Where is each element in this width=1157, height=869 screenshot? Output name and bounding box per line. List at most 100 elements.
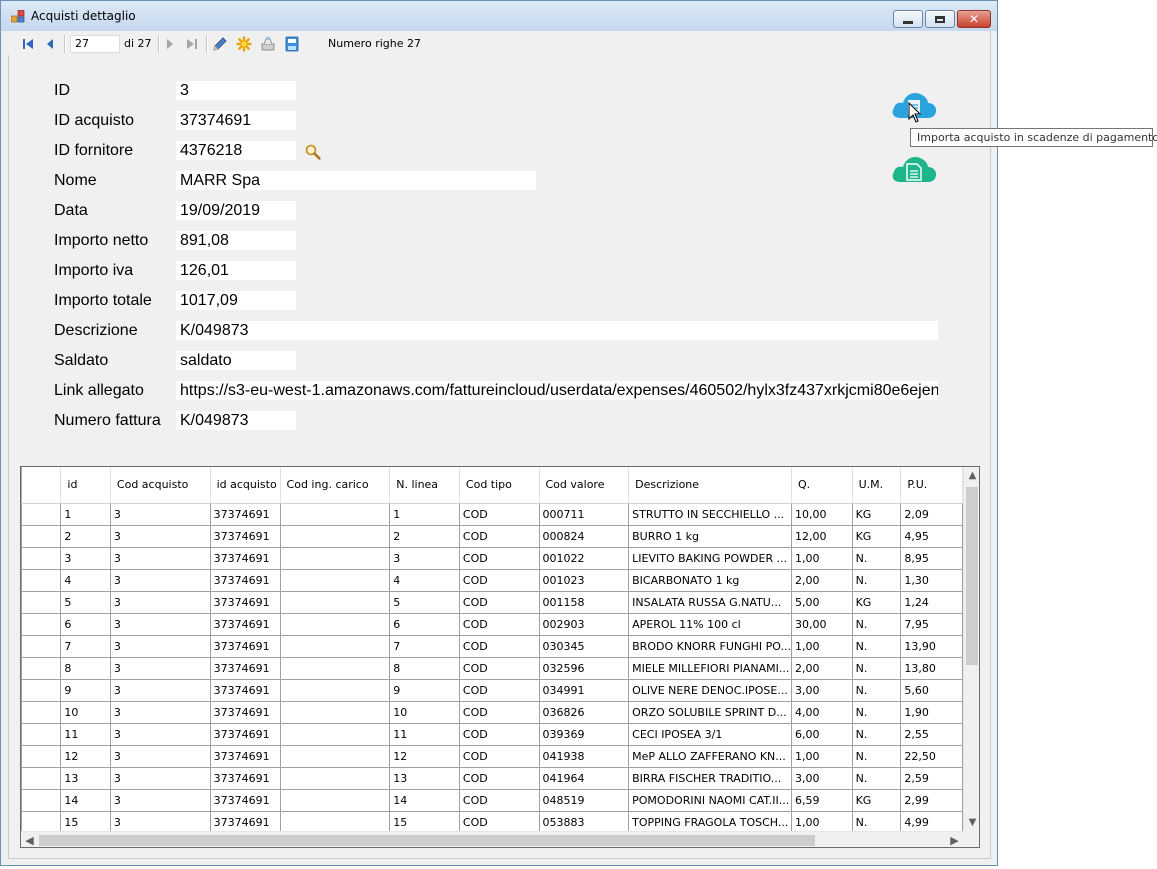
grid-cell[interactable]: 053883 (538, 810, 630, 831)
grid-cell[interactable]: OLIVE NERE DENOC.IPOSE... (628, 678, 792, 702)
edit-button[interactable] (212, 36, 228, 52)
scroll-right-arrow-icon[interactable]: ▶ (946, 832, 963, 847)
minimize-button[interactable] (893, 10, 923, 28)
grid-cell[interactable]: 37374691 (209, 524, 281, 548)
grid-cell[interactable]: N. (851, 546, 902, 570)
grid-cell[interactable]: 3 (109, 590, 211, 614)
grid-cell[interactable]: 37374691 (209, 634, 281, 658)
grid-cell[interactable]: 1,00 (790, 744, 853, 768)
grid-cell[interactable]: ORZO SOLUBILE SPRINT D... (628, 700, 792, 724)
grid-cell[interactable]: COD (458, 700, 540, 724)
vertical-scroll-thumb[interactable] (966, 487, 978, 665)
grid-cell[interactable]: TOPPING FRAGOLA TOSCH... (628, 810, 792, 831)
grid-cell[interactable]: 3 (109, 502, 211, 526)
grid-cell[interactable]: 3 (60, 546, 111, 570)
table-row[interactable]: 6 3 37374691 6 COD 002903 APEROL 11% 100 cl 30,… (21, 612, 963, 636)
grid-cell[interactable]: 15 (60, 810, 111, 831)
grid-cell[interactable]: 1,30 (900, 568, 963, 592)
grid-cell[interactable] (279, 656, 391, 680)
grid-cell[interactable]: 3 (109, 678, 211, 702)
table-row[interactable]: 13 3 37374691 13 COD 041964 BIRRA FISCHER TRAD… (21, 766, 963, 790)
close-button[interactable]: ✕ (957, 10, 991, 28)
vertical-scrollbar[interactable]: ▲ ▼ (963, 467, 979, 831)
grid-cell[interactable]: N. (851, 656, 902, 680)
grid-cell[interactable]: MeP ALLO ZAFFERANO KN... (628, 744, 792, 768)
table-row[interactable]: 9 3 37374691 9 COD 034991 OLIVE NERE DENOC.IPO… (21, 678, 963, 702)
grid-cell[interactable]: 13,90 (900, 634, 963, 658)
grid-cell[interactable]: 5 (389, 590, 460, 614)
grid-cell[interactable]: 8 (60, 656, 111, 680)
grid-cell[interactable]: 3 (109, 634, 211, 658)
grid-cell[interactable]: 3 (109, 700, 211, 724)
grid-cell[interactable]: N. (851, 568, 902, 592)
grid-cell[interactable] (279, 700, 391, 724)
grid-cell[interactable]: 5,00 (790, 590, 853, 614)
grid-cell[interactable]: 37374691 (209, 810, 281, 831)
lookup-supplier-button[interactable] (304, 143, 322, 161)
grid-cell[interactable]: COD (458, 788, 540, 812)
grid-cell[interactable]: STRUTTO IN SECCHIELLO ... (628, 502, 792, 526)
row-header[interactable] (21, 810, 62, 831)
grid-cell[interactable] (279, 722, 391, 746)
title-bar[interactable]: Acquisti dettaglio ✕ (1, 1, 997, 31)
grid-cell[interactable]: 3,00 (790, 766, 853, 790)
grid-cell[interactable]: 2 (389, 524, 460, 548)
grid-cell[interactable]: LIEVITO BAKING POWDER ... (628, 546, 792, 570)
grid-cell[interactable]: COD (458, 546, 540, 570)
grid-cell[interactable]: 12 (389, 744, 460, 768)
grid-cell[interactable]: 1,00 (790, 634, 853, 658)
table-row[interactable]: 2 3 37374691 2 COD 000824 BURRO 1 kg 12,00 KG 4,9… (21, 524, 963, 548)
grid-cell[interactable]: 2,59 (900, 766, 963, 790)
grid-cell[interactable]: 030345 (538, 634, 630, 658)
grid-cell[interactable]: 2 (60, 524, 111, 548)
grid-cell[interactable]: 37374691 (209, 722, 281, 746)
grid-cell[interactable]: 3,00 (790, 678, 853, 702)
field-nome[interactable]: MARR Spa (176, 171, 536, 190)
grid-cell[interactable]: 37374691 (209, 590, 281, 614)
position-input[interactable]: 27 (70, 35, 120, 53)
row-header[interactable] (21, 766, 62, 790)
grid-cell[interactable]: 002903 (538, 612, 630, 636)
grid-cell[interactable]: COD (458, 810, 540, 831)
grid-cell[interactable]: KG (851, 590, 902, 614)
grid-cell[interactable]: 8 (389, 656, 460, 680)
column-header[interactable]: N. linea (389, 467, 460, 504)
scroll-down-arrow-icon[interactable]: ▼ (964, 814, 979, 831)
grid-cell[interactable]: N. (851, 766, 902, 790)
grid-cell[interactable] (279, 524, 391, 548)
grid-cell[interactable]: 6 (389, 612, 460, 636)
grid-cell[interactable]: 032596 (538, 656, 630, 680)
grid-cell[interactable]: 13 (389, 766, 460, 790)
row-header[interactable] (21, 590, 62, 614)
grid-cell[interactable]: 37374691 (209, 546, 281, 570)
grid-cell[interactable] (279, 810, 391, 831)
save-button[interactable] (284, 36, 300, 52)
grid-cell[interactable]: 4 (389, 568, 460, 592)
grid-cell[interactable]: 036826 (538, 700, 630, 724)
grid-cell[interactable]: COD (458, 678, 540, 702)
grid-cell[interactable] (279, 546, 391, 570)
grid-cell[interactable] (279, 744, 391, 768)
grid-cell[interactable]: 14 (389, 788, 460, 812)
column-header[interactable]: U.M. (852, 467, 902, 504)
grid-cell[interactable]: 2,55 (900, 722, 963, 746)
grid-cell[interactable] (279, 766, 391, 790)
column-header[interactable]: Cod tipo (459, 467, 540, 504)
grid-cell[interactable]: 11 (389, 722, 460, 746)
grid-cell[interactable]: 041938 (538, 744, 630, 768)
add-new-button[interactable] (236, 36, 252, 52)
grid-cell[interactable]: 8,95 (900, 546, 963, 570)
horizontal-scrollbar[interactable]: ◀ ▶ (21, 831, 963, 847)
grid-cell[interactable]: 6,59 (790, 788, 853, 812)
grid-cell[interactable] (279, 788, 391, 812)
grid-cell[interactable]: 4,99 (900, 810, 963, 831)
grid-cell[interactable]: 000711 (538, 502, 630, 526)
grid-cell[interactable]: 2,00 (790, 568, 853, 592)
field-descrizione[interactable]: K/049873 (176, 321, 938, 340)
row-header[interactable] (21, 612, 62, 636)
row-header[interactable] (21, 744, 62, 768)
grid-cell[interactable]: 3 (109, 766, 211, 790)
grid-cell[interactable] (279, 590, 391, 614)
field-importo-iva[interactable]: 126,01 (176, 261, 296, 280)
grid-cell[interactable]: 14 (60, 788, 111, 812)
